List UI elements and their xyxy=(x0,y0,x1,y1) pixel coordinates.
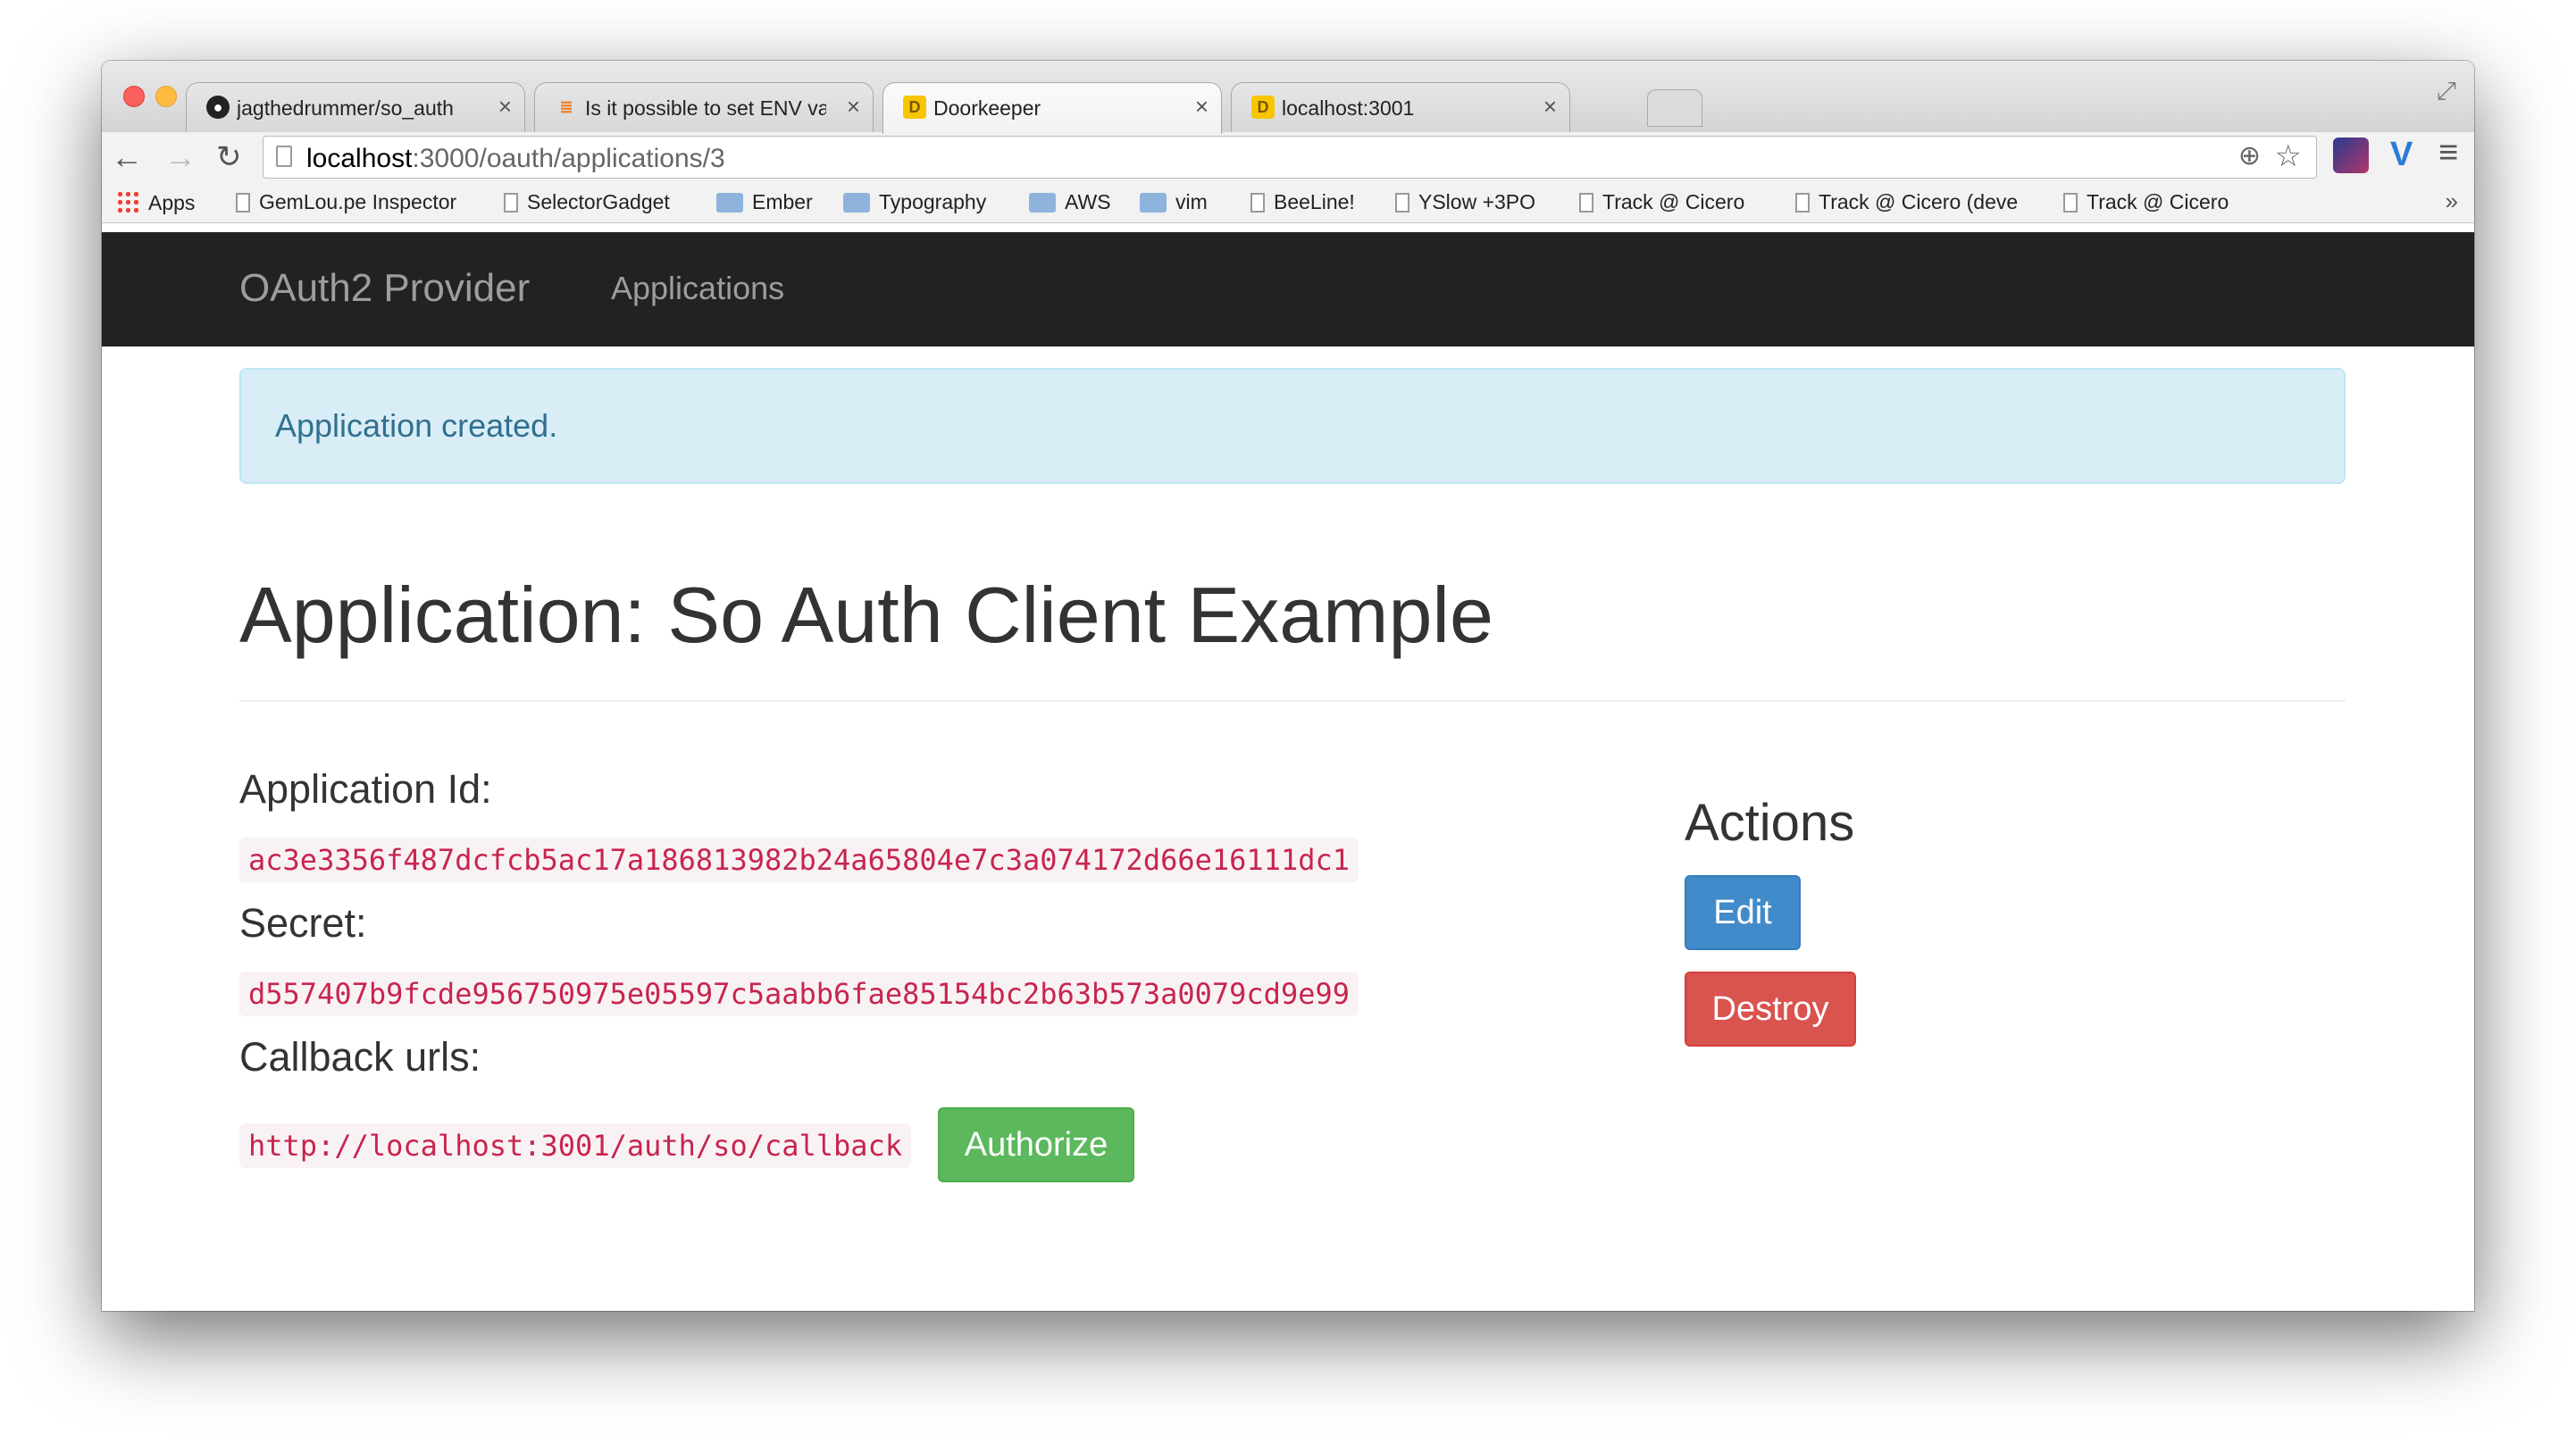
page-icon xyxy=(1795,193,1810,213)
tab-localhost-3001[interactable]: D localhost:3001 × xyxy=(1231,82,1570,132)
tab-label: Doorkeeper xyxy=(933,96,1041,120)
close-icon[interactable]: × xyxy=(1195,93,1209,121)
destroy-button[interactable]: Destroy xyxy=(1685,972,1856,1047)
tab-label: localhost:3001 xyxy=(1282,96,1415,120)
secret-label: Secret: xyxy=(239,900,367,946)
divider xyxy=(239,700,2346,702)
application-id-label: Application Id: xyxy=(239,766,492,812)
browser-toolbar: ← → ↻ localhost:3000/oauth/applications/… xyxy=(102,132,2474,182)
url-host: localhost xyxy=(306,144,413,173)
close-icon[interactable]: × xyxy=(1543,93,1557,121)
bookmark-item[interactable]: SelectorGadget xyxy=(504,190,670,214)
bookmark-item[interactable]: GemLou.pe Inspector xyxy=(236,190,456,214)
bookmark-item[interactable]: YSlow +3PO xyxy=(1395,190,1535,214)
url-path: :3000/oauth/applications/3 xyxy=(412,144,725,173)
github-icon: ● xyxy=(206,96,230,119)
folder-icon xyxy=(843,193,870,213)
tab-strip: ● jagthedrummer/so_auth × ≣ Is it possib… xyxy=(102,61,2474,134)
zoom-icon[interactable]: ⊕ xyxy=(2238,140,2261,171)
bookmark-folder[interactable]: AWS xyxy=(1029,190,1111,214)
authorize-button[interactable]: Authorize xyxy=(938,1107,1134,1182)
nav-link-applications[interactable]: Applications xyxy=(611,270,784,307)
tab-stackoverflow[interactable]: ≣ Is it possible to set ENV va × xyxy=(534,82,874,132)
new-tab-button[interactable] xyxy=(1647,89,1702,127)
doorkeeper-icon: D xyxy=(1251,96,1275,119)
actions-heading: Actions xyxy=(1685,794,1855,852)
browser-window: ● jagthedrummer/so_auth × ≣ Is it possib… xyxy=(102,61,2474,1311)
folder-icon xyxy=(1140,193,1167,213)
close-icon[interactable]: × xyxy=(847,93,860,121)
page-icon xyxy=(1395,193,1409,213)
page-title: Application: So Auth Client Example xyxy=(239,571,1493,659)
bookmark-item[interactable]: Track @ Cicero (deve xyxy=(1795,190,2018,214)
bookmark-star-icon[interactable]: ☆ xyxy=(2275,138,2302,174)
bookmark-folder[interactable]: Typography xyxy=(843,190,986,214)
extension-icon[interactable] xyxy=(2333,138,2369,173)
bookmark-item[interactable]: BeeLine! xyxy=(1250,190,1355,214)
tab-label: jagthedrummer/so_auth xyxy=(237,96,454,120)
bookmarks-overflow-button[interactable]: » xyxy=(2446,188,2458,215)
edit-button[interactable]: Edit xyxy=(1685,875,1801,950)
bookmarks-bar: Apps GemLou.pe Inspector SelectorGadget … xyxy=(102,182,2474,223)
fullscreen-icon[interactable]: ⤢ xyxy=(2437,77,2456,106)
folder-icon xyxy=(716,193,743,213)
bookmark-folder[interactable]: Ember xyxy=(716,190,813,214)
page-icon xyxy=(276,146,292,167)
forward-button[interactable]: → xyxy=(164,138,197,177)
callback-urls-label: Callback urls: xyxy=(239,1034,481,1080)
folder-icon xyxy=(1029,193,1056,213)
alert-text: Application created. xyxy=(275,407,558,444)
doorkeeper-icon: D xyxy=(903,96,926,119)
page-icon xyxy=(1250,193,1265,213)
minimize-window-button[interactable] xyxy=(155,86,177,107)
page-icon xyxy=(1579,193,1593,213)
close-icon[interactable]: × xyxy=(498,93,512,121)
site-navbar: OAuth2 Provider Applications xyxy=(102,232,2474,346)
menu-icon[interactable]: ≡ xyxy=(2438,134,2458,172)
tab-doorkeeper[interactable]: D Doorkeeper × xyxy=(882,82,1222,134)
close-window-button[interactable] xyxy=(123,86,145,107)
secret-value: d557407b9fcde956750975e05597c5aabb6fae85… xyxy=(239,972,1359,1016)
navbar-brand[interactable]: OAuth2 Provider xyxy=(239,266,530,311)
url-text[interactable]: localhost:3000/oauth/applications/3 xyxy=(306,144,725,174)
extension-v-icon[interactable]: V xyxy=(2390,136,2413,174)
bookmark-folder[interactable]: vim xyxy=(1140,190,1208,214)
back-button[interactable]: ← xyxy=(111,138,143,177)
tab-label: Is it possible to set ENV va xyxy=(585,96,826,120)
address-bar[interactable]: localhost:3000/oauth/applications/3 ⊕ ☆ xyxy=(263,136,2317,179)
page-icon xyxy=(504,193,518,213)
apps-grid-icon xyxy=(116,190,139,213)
bookmark-item[interactable]: Track @ Cicero xyxy=(2063,190,2229,214)
stackoverflow-icon: ≣ xyxy=(559,98,573,116)
application-id-value: ac3e3356f487dcfcb5ac17a186813982b24a6580… xyxy=(239,838,1359,882)
tab-github[interactable]: ● jagthedrummer/so_auth × xyxy=(186,82,525,132)
callback-url-value: http://localhost:3001/auth/so/callback xyxy=(239,1123,912,1168)
page-icon xyxy=(2063,193,2078,213)
reload-button[interactable]: ↻ xyxy=(216,138,242,177)
bookmark-apps[interactable]: Apps xyxy=(116,190,195,215)
alert-success: Application created. xyxy=(239,368,2346,484)
page-icon xyxy=(236,193,250,213)
bookmark-item[interactable]: Track @ Cicero xyxy=(1579,190,1744,214)
